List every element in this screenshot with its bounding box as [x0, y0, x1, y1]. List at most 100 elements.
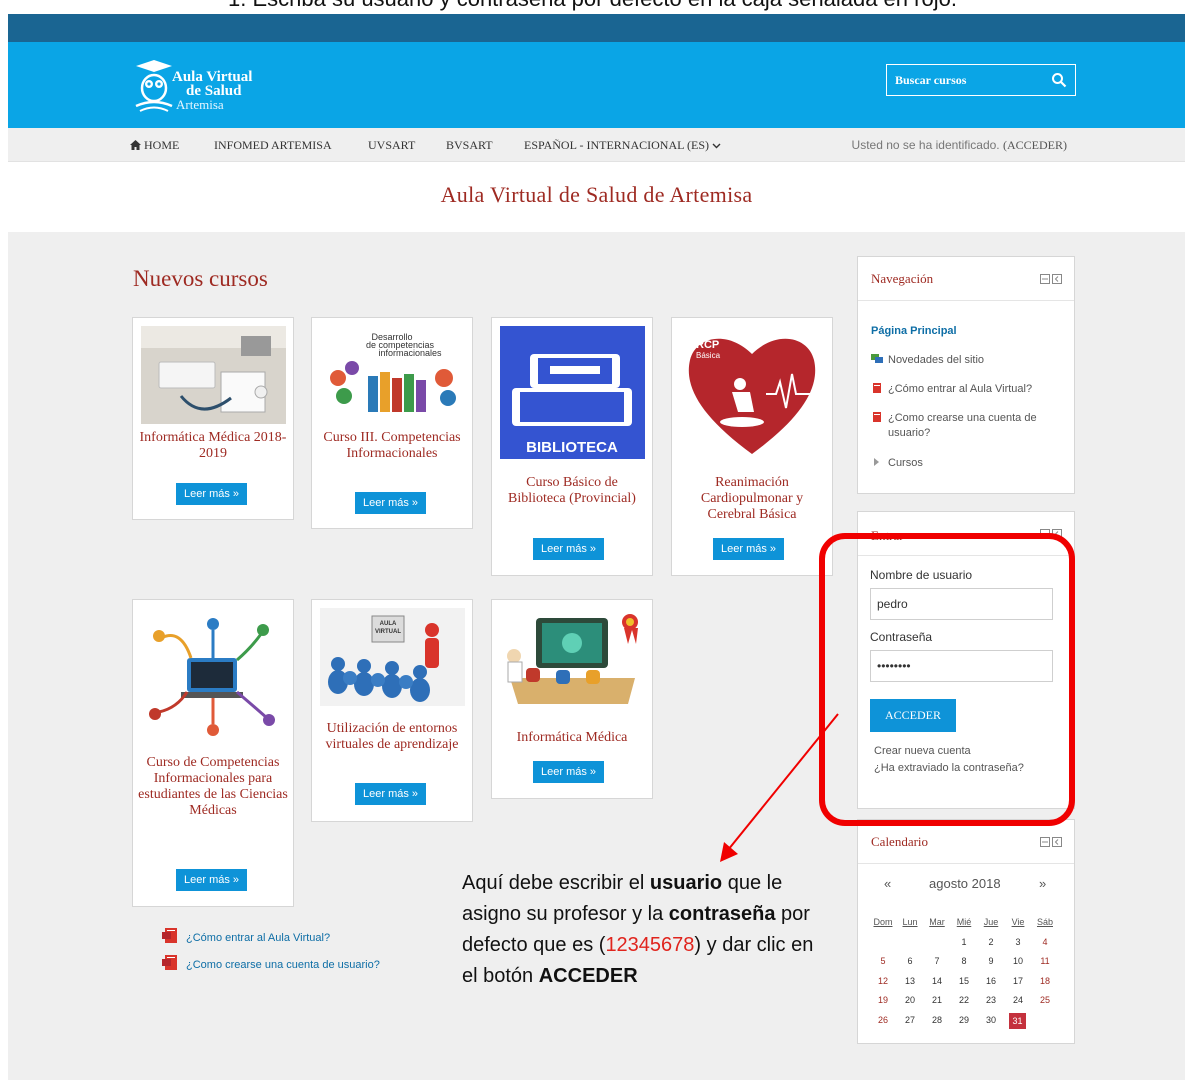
- calendar-day[interactable]: 27: [897, 1015, 923, 1025]
- login-status-text: Usted no se ha identificado.: [851, 138, 1000, 152]
- nav-link-courses[interactable]: Cursos: [871, 457, 923, 469]
- course-title[interactable]: Curso III. Competencias Informacionales: [312, 430, 472, 462]
- calendar-day[interactable]: 13: [897, 976, 923, 986]
- nav-link-how-enter[interactable]: ¿Cómo entrar al Aula Virtual?: [871, 383, 1032, 395]
- calendar-day[interactable]: 4: [1032, 937, 1058, 947]
- calendar-day[interactable]: 8: [951, 956, 977, 966]
- annotation-bold-user: usuario: [649, 872, 723, 894]
- navigation-block-title: Navegación: [871, 271, 934, 286]
- calendar-day[interactable]: 2: [978, 937, 1004, 947]
- login-link[interactable]: (ACCEDER): [1003, 138, 1067, 152]
- course-title[interactable]: Curso de Competencias Informacionales pa…: [133, 755, 293, 819]
- course-title[interactable]: Reanimación Cardiopulmonar y Cerebral Bá…: [672, 475, 832, 523]
- search-icon[interactable]: [1051, 72, 1067, 88]
- calendar-day[interactable]: 15: [951, 976, 977, 986]
- calendar-day-header: Lun: [902, 917, 918, 927]
- calendar-day[interactable]: 25: [1032, 995, 1058, 1005]
- login-status: Usted no se ha identificado. (ACCEDER): [852, 138, 1067, 153]
- calendar-day-header: Dom: [873, 917, 893, 927]
- forum-icon: [871, 354, 883, 363]
- owl-logo-icon: [135, 60, 173, 112]
- calendar-day[interactable]: 28: [924, 1015, 950, 1025]
- logo-line-1: Aula Virtual: [172, 69, 253, 85]
- block-controls-icon[interactable]: [1040, 837, 1062, 847]
- calendar-day[interactable]: 30: [978, 1015, 1004, 1025]
- calendar-day[interactable]: 20: [897, 995, 923, 1005]
- nav-home[interactable]: HOME: [130, 138, 179, 153]
- rcp-sub-label: Básica: [696, 351, 721, 360]
- main-nav: HOME INFOMED ARTEMISA UVSART BVSART ESPA…: [8, 128, 1185, 162]
- calendar-day-header: Mar: [929, 917, 945, 927]
- nav-link-news[interactable]: Novedades del sitio: [871, 354, 984, 366]
- footer-link-how-enter[interactable]: ¿Cómo entrar al Aula Virtual?: [162, 928, 330, 944]
- calendar-day[interactable]: 11: [1032, 956, 1058, 966]
- course-title[interactable]: Informática Médica 2018-2019: [133, 430, 293, 462]
- course-card[interactable]: RCP Básica Reanimación Cardiopulmonar y …: [671, 317, 833, 576]
- calendar-day[interactable]: 29: [951, 1015, 977, 1025]
- course-card[interactable]: Curso de Competencias Informacionales pa…: [132, 599, 294, 907]
- calendar-week-row: 5 6 7 8 9 10 11: [870, 953, 1066, 973]
- site-header: Aula Virtual de Salud Artemisa: [8, 42, 1185, 128]
- course-title[interactable]: Utilización de entornos virtuales de apr…: [312, 721, 472, 753]
- course-title[interactable]: Curso Básico de Biblioteca (Provincial): [492, 475, 652, 507]
- calendar-day[interactable]: 9: [978, 956, 1004, 966]
- calendar-day[interactable]: 22: [951, 995, 977, 1005]
- footer-link-create-account[interactable]: ¿Como crearse una cuenta de usuario?: [162, 955, 380, 971]
- courses-heading: Nuevos cursos: [133, 266, 268, 291]
- browser-page: Aula Virtual de Salud Artemisa HOME INFO…: [8, 14, 1185, 1080]
- nav-link-create-account[interactable]: ¿Como crearse una cuenta de: [871, 412, 1037, 424]
- read-more-button[interactable]: Leer más »: [355, 492, 427, 514]
- calendar-day[interactable]: 17: [1005, 976, 1031, 986]
- calendar-day-header: Vie: [1011, 917, 1025, 927]
- calendar-prev[interactable]: «: [884, 876, 891, 891]
- calendar-day[interactable]: 26: [870, 1015, 896, 1025]
- calendar-day-header: Jue: [983, 917, 999, 927]
- nav-link-label: Novedades del sitio: [888, 354, 985, 366]
- calendar-next[interactable]: »: [1039, 876, 1046, 891]
- course-image-desk: [141, 326, 286, 424]
- course-card[interactable]: AULA VIRTUAL Utilización de entornos vir…: [311, 599, 473, 822]
- nav-bvsart[interactable]: BVSART: [446, 138, 493, 153]
- course-image-computer-lab: [500, 608, 645, 706]
- nav-uvsart[interactable]: UVSART: [368, 138, 415, 153]
- course-card[interactable]: Informática Médica Leer más »: [491, 599, 653, 799]
- read-more-button[interactable]: Leer más »: [533, 538, 605, 560]
- calendar-day[interactable]: 7: [924, 956, 950, 966]
- calendar-month: agosto 2018: [929, 876, 1001, 891]
- calendar-day[interactable]: 23: [978, 995, 1004, 1005]
- navigation-block-header: Navegación: [858, 257, 1074, 301]
- calendar-today[interactable]: 31: [1009, 1012, 1026, 1029]
- course-card[interactable]: Desarrollo de competencias informacional…: [311, 317, 473, 529]
- site-logo[interactable]: Aula Virtual de Salud Artemisa: [134, 56, 294, 116]
- nav-infomed[interactable]: INFOMED ARTEMISA: [214, 138, 332, 153]
- calendar-day[interactable]: 1: [951, 937, 977, 947]
- course-card[interactable]: Informática Médica 2018-2019 Leer más »: [132, 317, 294, 520]
- calendar-day[interactable]: 10: [1005, 956, 1031, 966]
- nav-language[interactable]: ESPAÑOL - INTERNACIONAL (ES): [524, 138, 721, 153]
- course-title[interactable]: Informática Médica: [492, 730, 652, 746]
- calendar-day[interactable]: 16: [978, 976, 1004, 986]
- read-more-button[interactable]: Leer más »: [713, 538, 785, 560]
- read-more-button[interactable]: Leer más »: [355, 783, 427, 805]
- nav-link-create-account-2[interactable]: usuario?: [888, 427, 930, 439]
- read-more-button[interactable]: Leer más »: [533, 761, 605, 783]
- calendar-day[interactable]: 5: [870, 956, 896, 966]
- read-more-button[interactable]: Leer más »: [176, 483, 248, 505]
- calendar-day[interactable]: 6: [897, 956, 923, 966]
- calendar-day[interactable]: 18: [1032, 976, 1058, 986]
- pdf-icon: [162, 955, 177, 970]
- read-more-button[interactable]: Leer más »: [176, 869, 248, 891]
- course-image-books: Desarrollo de competencias informacional…: [320, 326, 465, 418]
- course-card[interactable]: BIBLIOTECA Curso Básico de Biblioteca (P…: [491, 317, 653, 576]
- caret-right-icon: [874, 458, 879, 466]
- calendar-day[interactable]: 3: [1005, 937, 1031, 947]
- calendar-day[interactable]: 14: [924, 976, 950, 986]
- block-controls-icon[interactable]: [1040, 274, 1062, 284]
- calendar-day[interactable]: 12: [870, 976, 896, 986]
- search-input[interactable]: [887, 65, 1037, 95]
- calendar-day[interactable]: 21: [924, 995, 950, 1005]
- calendar-day[interactable]: 24: [1005, 995, 1031, 1005]
- calendar-day[interactable]: 19: [870, 995, 896, 1005]
- nav-link-home[interactable]: Página Principal: [871, 325, 957, 337]
- footer-link-label: ¿Cómo entrar al Aula Virtual?: [186, 932, 331, 944]
